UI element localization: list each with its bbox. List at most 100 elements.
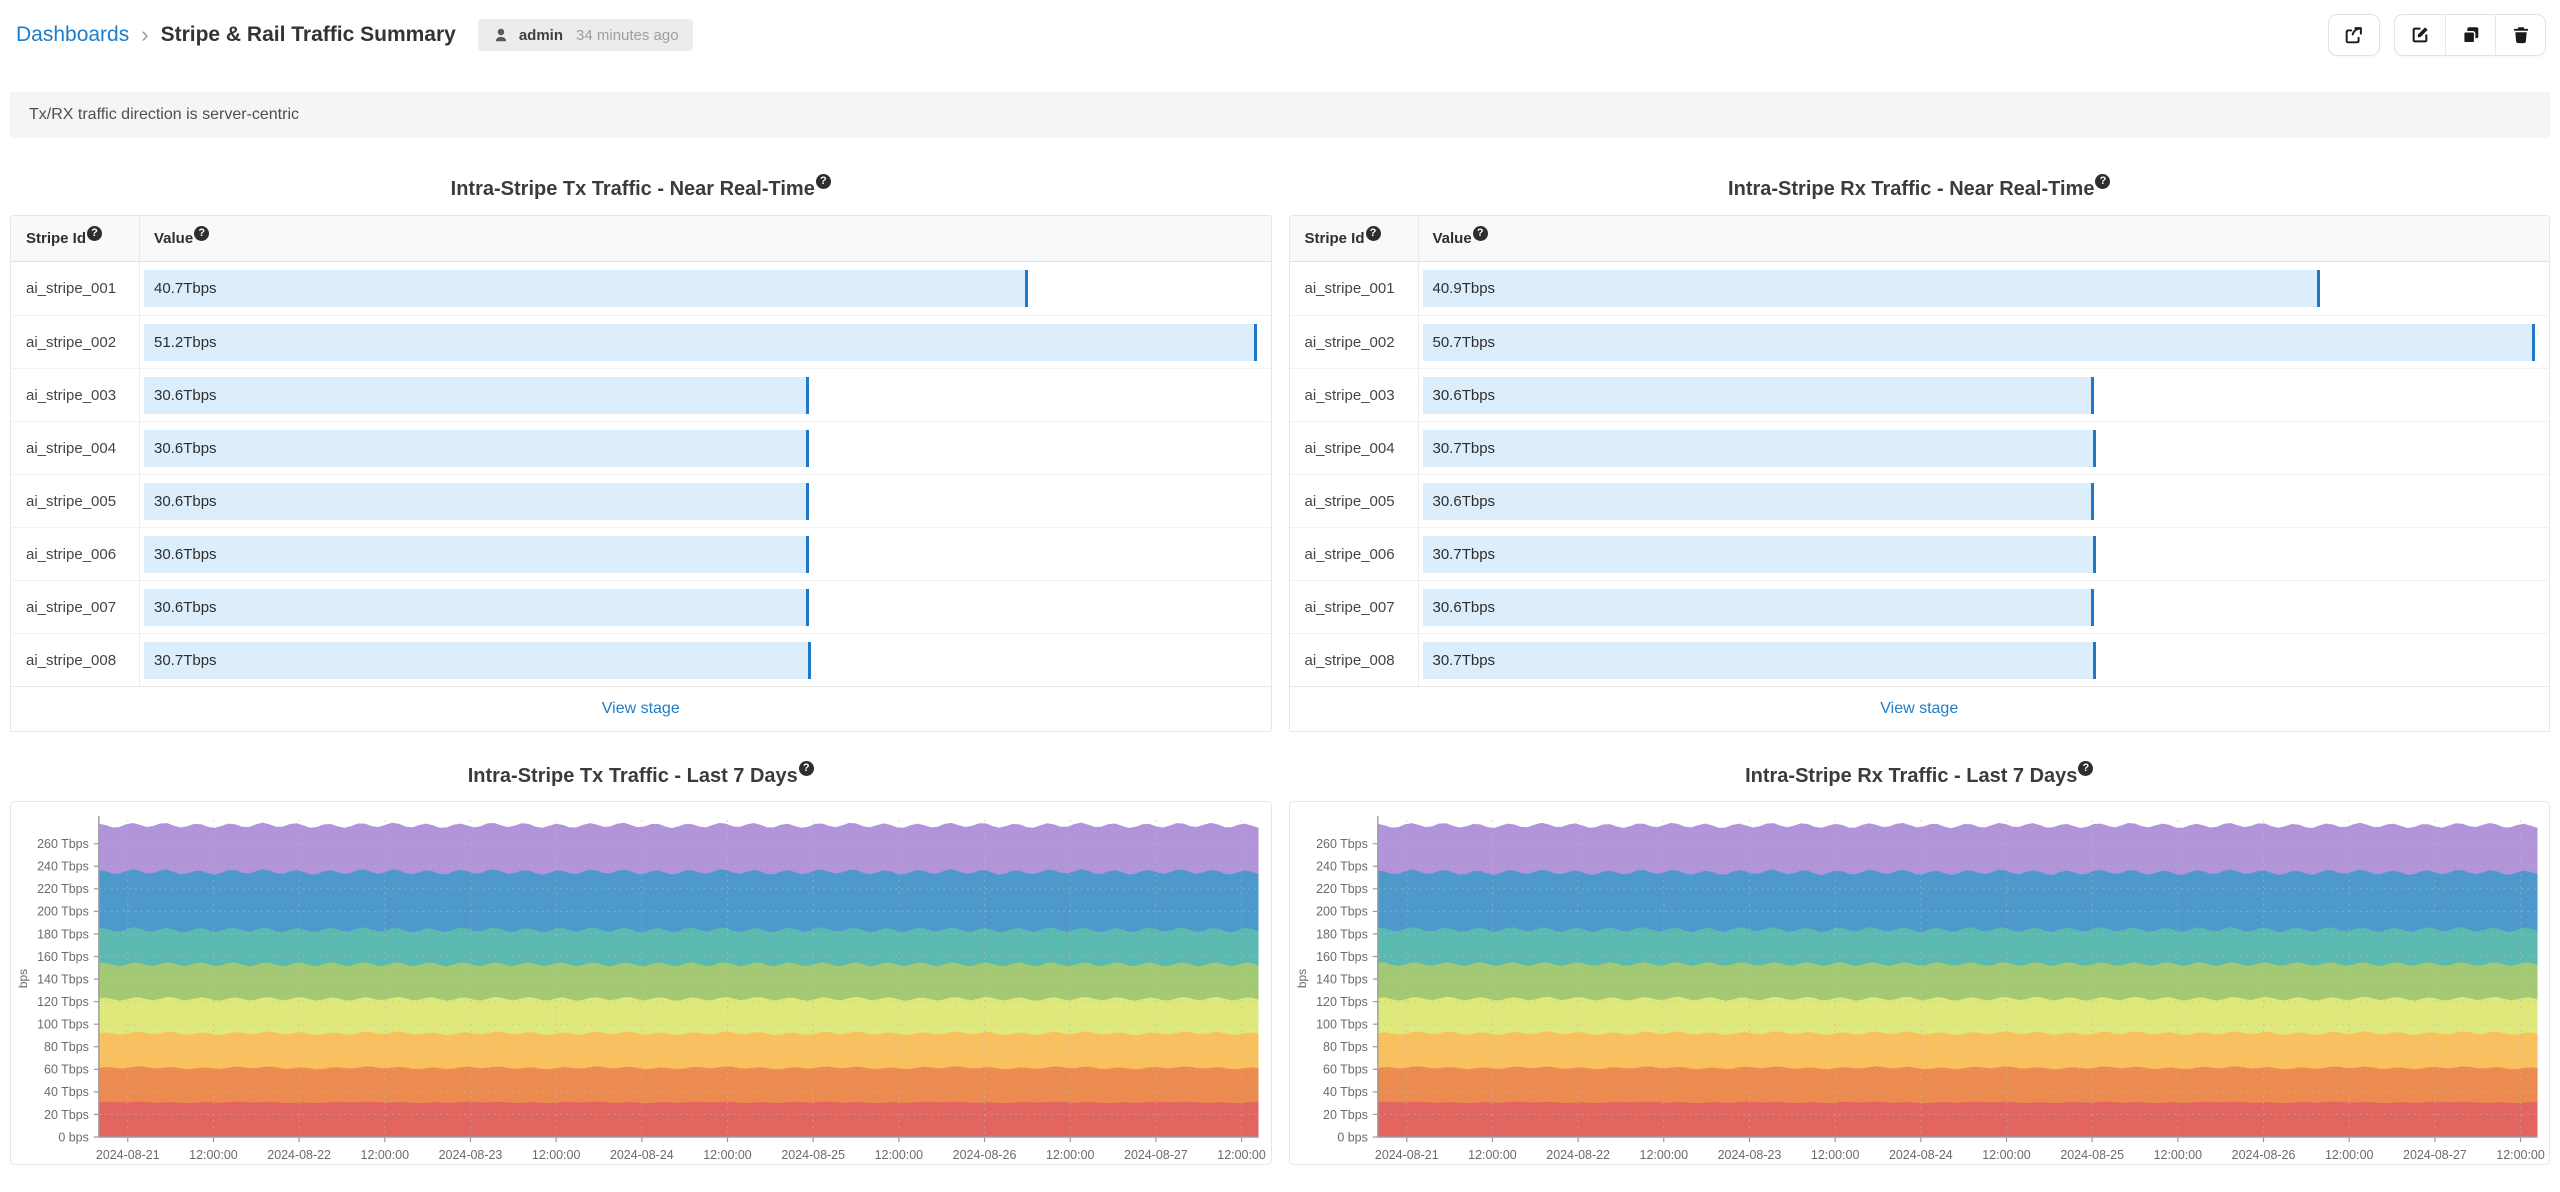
svg-text:12:00:00: 12:00:00 [875, 1148, 924, 1162]
tx-chart-title: Intra-Stripe Tx Traffic - Last 7 Days? [10, 765, 1272, 788]
table-row: ai_stripe_006 30.6Tbps [11, 527, 1271, 580]
value-cell: 30.7Tbps [1418, 634, 2550, 686]
stripe-id-cell: ai_stripe_005 [1290, 475, 1418, 527]
svg-text:140 Tbps: 140 Tbps [1316, 972, 1368, 986]
rx-chart-panel[interactable]: 0 bps20 Tbps40 Tbps60 Tbps80 Tbps100 Tbp… [1289, 801, 2551, 1165]
tx-chart-title-text: Intra-Stripe Tx Traffic - Last 7 Days [468, 765, 798, 787]
value-cell: 50.7Tbps [1418, 316, 2550, 368]
rx-table-card: Stripe Id? Value? ai_stripe_00140.9Tbpsa… [1289, 215, 2551, 732]
value-gauge-track: 30.7Tbps [1423, 430, 2536, 467]
svg-text:12:00:00: 12:00:00 [532, 1148, 581, 1162]
value-cell: 30.6Tbps [139, 528, 1271, 580]
svg-text:180 Tbps: 180 Tbps [37, 927, 89, 941]
svg-text:2024-08-24: 2024-08-24 [1888, 1148, 1952, 1162]
svg-text:180 Tbps: 180 Tbps [1316, 927, 1368, 941]
svg-text:2024-08-25: 2024-08-25 [2060, 1148, 2124, 1162]
svg-text:2024-08-23: 2024-08-23 [1717, 1148, 1781, 1162]
svg-text:160 Tbps: 160 Tbps [1316, 950, 1368, 964]
rx-col-value[interactable]: Value? [1433, 230, 1488, 247]
svg-text:220 Tbps: 220 Tbps [1316, 882, 1368, 896]
value-label: 30.7Tbps [144, 652, 217, 669]
svg-text:2024-08-22: 2024-08-22 [1546, 1148, 1610, 1162]
stripe-id-cell: ai_stripe_006 [11, 528, 139, 580]
svg-text:bps: bps [1294, 969, 1308, 988]
svg-text:2024-08-23: 2024-08-23 [439, 1148, 503, 1162]
svg-text:2024-08-27: 2024-08-27 [1124, 1148, 1188, 1162]
value-label: 30.6Tbps [1423, 493, 1496, 510]
table-row: ai_stripe_00630.7Tbps [1290, 527, 2550, 580]
stripe-id-cell: ai_stripe_002 [11, 316, 139, 368]
tx-col-stripe-id[interactable]: Stripe Id? [26, 230, 102, 247]
value-cell: 40.9Tbps [1418, 262, 2550, 315]
svg-text:12:00:00: 12:00:00 [2496, 1148, 2545, 1162]
delete-button[interactable] [2495, 14, 2545, 56]
edit-button[interactable] [2395, 14, 2445, 56]
stripe-id-cell: ai_stripe_002 [1290, 316, 1418, 368]
breadcrumb-dashboards-link[interactable]: Dashboards [16, 23, 129, 47]
value-help-icon[interactable]: ? [194, 226, 209, 241]
value-label: 30.6Tbps [1423, 599, 1496, 616]
table-row: ai_stripe_00830.7Tbps [1290, 633, 2550, 686]
tx-view-stage-link[interactable]: View stage [602, 700, 680, 718]
tx-col-value[interactable]: Value? [154, 230, 209, 247]
value-label: 30.6Tbps [144, 546, 217, 563]
svg-text:12:00:00: 12:00:00 [1217, 1148, 1266, 1162]
stripe-id-cell: ai_stripe_006 [1290, 528, 1418, 580]
share-button[interactable] [2328, 14, 2380, 56]
tx-table-card: Stripe Id? Value? ai_stripe_00140.7Tbpsa… [10, 215, 1272, 732]
value-help-icon[interactable]: ? [1473, 226, 1488, 241]
notice-text: Tx/RX traffic direction is server-centri… [29, 106, 299, 124]
value-gauge-track: 30.6Tbps [144, 377, 1257, 414]
tx-chart-canvas[interactable]: 0 bps20 Tbps40 Tbps60 Tbps80 Tbps100 Tbp… [11, 802, 1271, 1164]
tx-chart-help-icon[interactable]: ? [799, 761, 814, 776]
value-gauge-track: 30.6Tbps [1423, 483, 2536, 520]
stripe-id-cell: ai_stripe_001 [1290, 262, 1418, 315]
last-updated-badge[interactable]: admin 34 minutes ago [478, 19, 693, 51]
svg-text:2024-08-24: 2024-08-24 [610, 1148, 674, 1162]
stripe-id-cell: ai_stripe_005 [11, 475, 139, 527]
copy-button[interactable] [2445, 14, 2495, 56]
value-gauge-track: 30.6Tbps [144, 536, 1257, 573]
value-gauge-bar: 30.6Tbps [144, 589, 809, 626]
rx-table-title-text: Intra-Stripe Rx Traffic - Near Real-Time [1728, 178, 2094, 200]
edit-icon [2409, 24, 2431, 46]
table-row: ai_stripe_005 30.6Tbps [1290, 474, 2550, 527]
rx-col-stripe-id[interactable]: Stripe Id? [1305, 230, 1381, 247]
tx-table-title: Intra-Stripe Tx Traffic - Near Real-Time… [10, 178, 1272, 201]
value-gauge-bar: 50.7Tbps [1423, 324, 2536, 361]
stripe-id-cell: ai_stripe_003 [11, 369, 139, 421]
tx-table-help-icon[interactable]: ? [816, 174, 831, 189]
svg-text:40 Tbps: 40 Tbps [44, 1085, 89, 1099]
value-gauge-bar: 40.7Tbps [144, 270, 1028, 307]
value-cell: 30.6Tbps [139, 581, 1271, 633]
table-row: ai_stripe_00250.7Tbps [1290, 315, 2550, 368]
value-gauge-bar: 30.6Tbps [1423, 589, 2095, 626]
stripe-id-help-icon[interactable]: ? [1366, 226, 1381, 241]
rx-chart-help-icon[interactable]: ? [2078, 761, 2093, 776]
svg-text:20 Tbps: 20 Tbps [44, 1108, 89, 1122]
table-row: ai_stripe_00330.6Tbps [11, 368, 1271, 421]
tx-table-header: Stripe Id? Value? [11, 216, 1271, 262]
value-label: 40.7Tbps [144, 280, 217, 297]
tx-table-body: ai_stripe_00140.7Tbpsai_stripe_00251.2Tb… [11, 262, 1271, 686]
table-row: ai_stripe_001 40.7Tbps [11, 262, 1271, 315]
value-cell: 30.6Tbps [139, 369, 1271, 421]
svg-text:80 Tbps: 80 Tbps [44, 1040, 89, 1054]
rx-table-help-icon[interactable]: ? [2095, 174, 2110, 189]
value-cell: 30.7Tbps [139, 634, 1271, 686]
rx-chart-title-text: Intra-Stripe Rx Traffic - Last 7 Days [1745, 765, 2077, 787]
value-label: 30.7Tbps [1423, 652, 1496, 669]
svg-text:12:00:00: 12:00:00 [2324, 1148, 2373, 1162]
value-gauge-bar: 30.6Tbps [144, 483, 809, 520]
stripe-id-help-icon[interactable]: ? [87, 226, 102, 241]
rx-chart-canvas[interactable]: 0 bps20 Tbps40 Tbps60 Tbps80 Tbps100 Tbp… [1290, 802, 2550, 1164]
stripe-id-cell: ai_stripe_001 [11, 262, 139, 315]
svg-text:12:00:00: 12:00:00 [361, 1148, 410, 1162]
svg-text:0 bps: 0 bps [1337, 1130, 1367, 1144]
value-gauge-bar: 30.6Tbps [1423, 377, 2095, 414]
value-gauge-bar: 30.6Tbps [144, 377, 809, 414]
value-cell: 30.6Tbps [1418, 475, 2550, 527]
tx-chart-panel[interactable]: 0 bps20 Tbps40 Tbps60 Tbps80 Tbps100 Tbp… [10, 801, 1272, 1165]
rx-view-stage-link[interactable]: View stage [1880, 700, 1958, 718]
value-gauge-bar: 40.9Tbps [1423, 270, 2320, 307]
